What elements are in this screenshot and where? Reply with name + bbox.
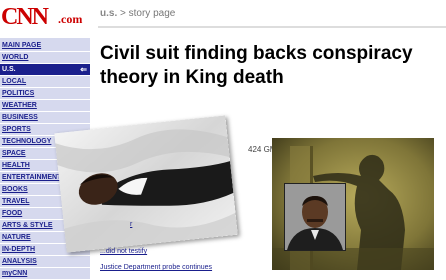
breadcrumb-separator: > <box>120 8 126 19</box>
related-link-2[interactable]: ...did not testify <box>100 248 147 255</box>
nav-item-analysis[interactable]: ANALYSIS <box>0 256 90 268</box>
related-link-1[interactable]: r <box>130 221 132 228</box>
inset-portrait <box>284 183 346 251</box>
nav-item-local[interactable]: LOCAL <box>0 76 90 88</box>
nav-item-business[interactable]: BUSINESS <box>0 112 90 124</box>
page-title: Civil suit finding backs conspiracy theo… <box>100 43 413 88</box>
breadcrumb-section[interactable]: u.s. <box>100 8 117 19</box>
nav-item-mycnn[interactable]: myCNN <box>0 268 90 280</box>
nav-item-us[interactable]: U.S. ⇐ <box>0 64 90 76</box>
nav-item-politics[interactable]: POLITICS <box>0 88 90 100</box>
breadcrumb-page: story page <box>128 8 176 19</box>
nav-item-weather[interactable]: WEATHER <box>0 100 90 112</box>
nav-item-us-label: U.S. <box>2 66 16 73</box>
cnn-logo[interactable]: CNN <box>1 2 49 32</box>
nav-item-world[interactable]: WORLD <box>0 52 90 64</box>
breadcrumb: u.s. > story page <box>100 8 175 19</box>
story-photo-casket <box>54 115 238 253</box>
related-link-3[interactable]: Justice Department probe continues <box>100 264 212 271</box>
arrow-left-icon: ⇐ <box>80 65 87 74</box>
nav-item-main-page[interactable]: MAIN PAGE <box>0 40 90 52</box>
logo-suffix: .com <box>58 12 83 26</box>
header-divider <box>98 26 446 28</box>
logo-area: CNN .com <box>0 0 90 38</box>
